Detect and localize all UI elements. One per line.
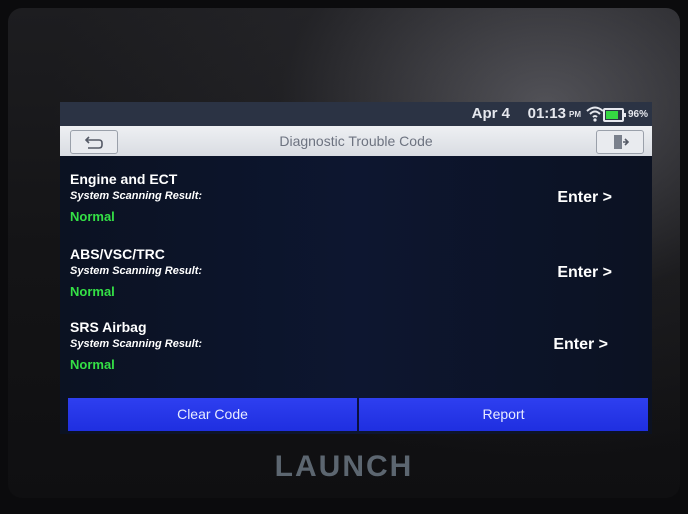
title-bar: Diagnostic Trouble Code bbox=[60, 126, 652, 156]
system-name: SRS Airbag bbox=[70, 319, 147, 335]
enter-button-srs[interactable]: Enter > bbox=[553, 336, 608, 354]
system-result-value: Normal bbox=[70, 357, 115, 372]
system-item-engine: Engine and ECT System Scanning Result: N… bbox=[70, 171, 640, 241]
clear-code-button[interactable]: Clear Code bbox=[68, 398, 357, 431]
system-name: ABS/VSC/TRC bbox=[70, 246, 165, 262]
system-item-srs: SRS Airbag System Scanning Result: Norma… bbox=[70, 319, 640, 389]
system-result-value: Normal bbox=[70, 209, 115, 224]
system-item-abs: ABS/VSC/TRC System Scanning Result: Norm… bbox=[70, 246, 640, 316]
enter-button-engine[interactable]: Enter > bbox=[557, 189, 612, 207]
battery-icon bbox=[603, 108, 626, 122]
system-result-label: System Scanning Result: bbox=[70, 190, 203, 202]
device-screen: Apr 4 01:13 PM 96% Diagnostic Trouble Co… bbox=[60, 102, 652, 434]
wifi-icon bbox=[586, 105, 604, 123]
brand-logo: LAUNCH bbox=[274, 450, 414, 483]
status-time: 01:13 bbox=[527, 105, 566, 122]
battery-percent: 96% bbox=[627, 109, 648, 120]
system-result-label: System Scanning Result: bbox=[70, 265, 203, 277]
status-ampm: PM bbox=[569, 110, 581, 119]
report-button[interactable]: Report bbox=[359, 398, 648, 431]
system-result-value: Normal bbox=[70, 284, 115, 299]
system-result-label: System Scanning Result: bbox=[70, 338, 203, 350]
status-bar: Apr 4 01:13 PM 96% bbox=[60, 102, 652, 126]
page-title: Diagnostic Trouble Code bbox=[279, 133, 433, 149]
system-name: Engine and ECT bbox=[70, 171, 178, 187]
status-date: Apr 4 bbox=[471, 105, 510, 122]
exit-button[interactable] bbox=[596, 130, 644, 154]
exit-door-icon bbox=[614, 135, 630, 149]
enter-button-abs[interactable]: Enter > bbox=[557, 264, 612, 282]
bottom-action-bar: Clear Code Report bbox=[68, 398, 648, 431]
